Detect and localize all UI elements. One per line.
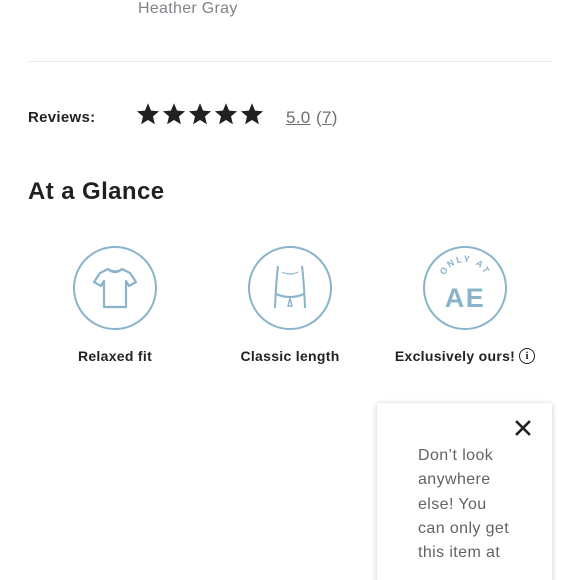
close-icon[interactable] — [514, 419, 532, 437]
feature-badge — [73, 246, 157, 330]
color-name: Heather Gray — [138, 0, 238, 17]
badge-text: AE — [445, 283, 486, 313]
feature-badge: ONLY AT AE — [423, 246, 507, 330]
feature-classic-length: Classic length — [205, 246, 375, 376]
feature-label-text: Relaxed fit — [77, 348, 153, 364]
svg-text:ONLY AT: ONLY AT — [438, 254, 493, 277]
reviews-label: Reviews: — [28, 109, 96, 126]
feature-label-text: Exclusively ours! — [394, 348, 516, 364]
tooltip-text: Don’t look anywhere else! You can only g… — [418, 447, 510, 562]
star-icon — [214, 103, 238, 125]
star-rating[interactable] — [136, 101, 264, 131]
star-icon — [188, 103, 212, 125]
reviews-row: Reviews: 5.0 (7) — [28, 100, 552, 134]
star-icon — [136, 103, 160, 125]
review-count-link[interactable]: (7) — [316, 108, 338, 128]
rating-value-link[interactable]: 5.0 — [286, 108, 311, 128]
exclusive-tooltip: Don’t look anywhere else! You can only g… — [377, 403, 552, 580]
feature-badge — [248, 246, 332, 330]
feature-label: Classic length — [240, 348, 339, 364]
review-count: 7 — [321, 108, 332, 127]
feature-exclusively-ours: ONLY AT AE Exclusively ours! i — [380, 246, 550, 376]
info-icon[interactable]: i — [519, 348, 536, 364]
only-at-ae-icon: ONLY AT AE — [438, 254, 493, 313]
feature-label: Relaxed fit — [78, 348, 152, 364]
torso-length-icon — [274, 265, 306, 309]
feature-label: Exclusively ours! i — [394, 348, 536, 364]
tshirt-icon — [92, 267, 138, 309]
star-icon — [240, 103, 264, 125]
feature-label-text: Classic length — [240, 348, 340, 364]
star-icon — [162, 103, 186, 125]
feature-relaxed-fit: Relaxed fit — [30, 246, 200, 376]
section-title: At a Glance — [28, 178, 165, 205]
divider — [28, 61, 552, 62]
badge-arc-text: ONLY AT — [438, 254, 491, 277]
count-close: ) — [331, 108, 338, 127]
